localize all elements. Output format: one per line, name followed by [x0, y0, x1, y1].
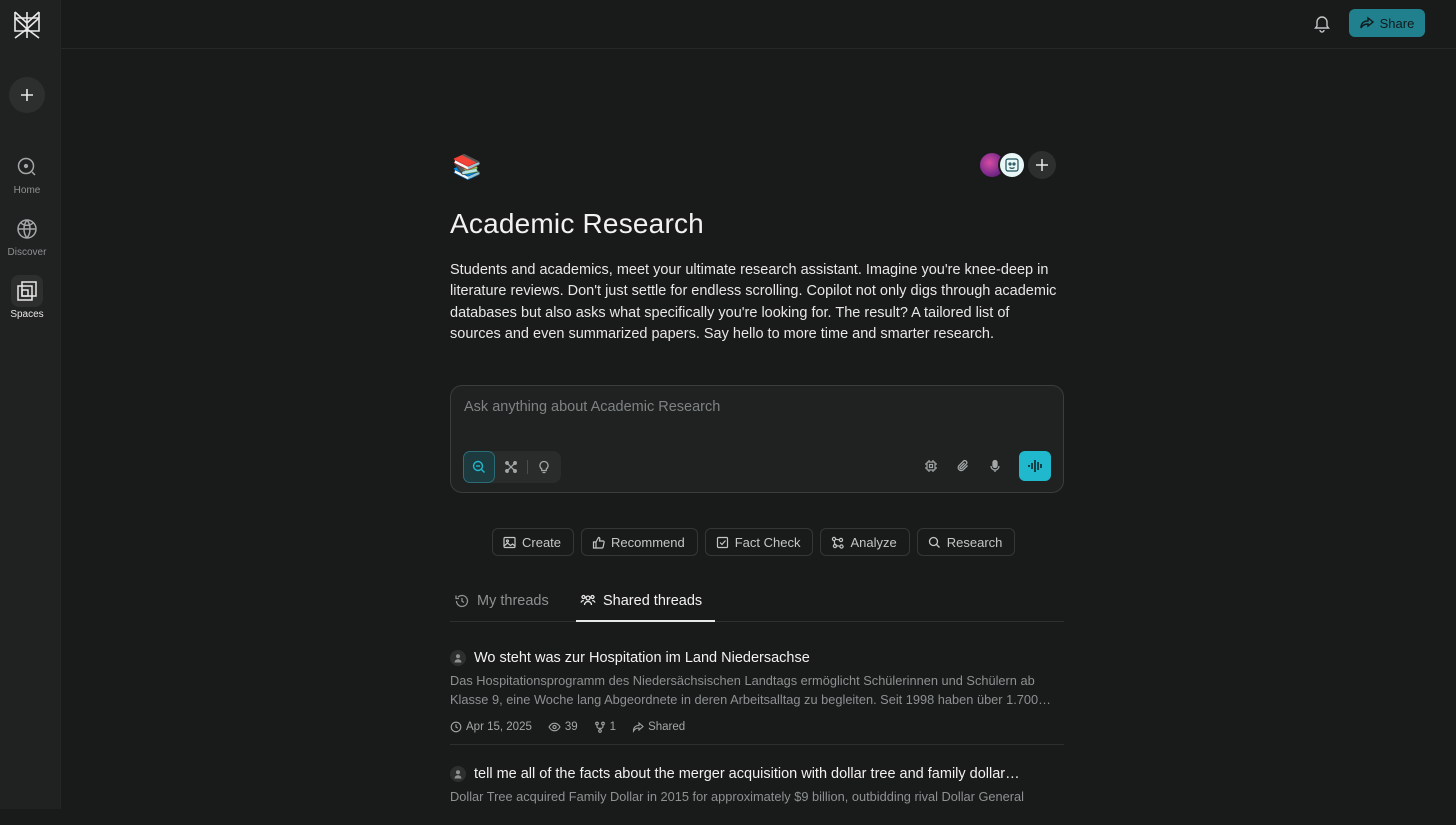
mode-reasoning-button[interactable] — [528, 451, 560, 483]
home-search-icon — [11, 151, 43, 183]
user-icon — [450, 766, 466, 782]
thread-excerpt: Dollar Tree acquired Family Dollar in 20… — [450, 789, 1025, 804]
tab-shared-threads[interactable]: Shared threads — [580, 580, 702, 622]
thread-item[interactable]: tell me all of the facts about the merge… — [450, 766, 1064, 825]
microphone-icon — [990, 459, 1000, 472]
thread-meta: Apr 15, 2025 39 1 Shared — [450, 721, 1064, 733]
thread-title[interactable]: tell me all of the facts about the merge… — [474, 766, 1062, 782]
thread-item[interactable]: Wo steht was zur Hospitation im Land Nie… — [450, 650, 1064, 745]
thread-status: Shared — [648, 721, 686, 733]
chip-create[interactable]: Create — [492, 528, 575, 556]
image-icon — [503, 536, 516, 548]
chip-research[interactable]: Research — [916, 528, 1016, 556]
thread-title[interactable]: Wo steht was zur Hospitation im Land Nie… — [474, 650, 1062, 666]
new-thread-button[interactable] — [9, 77, 45, 113]
lightbulb-icon — [539, 460, 549, 474]
spaces-icon — [11, 275, 43, 307]
model-chip-button[interactable] — [917, 452, 945, 480]
topbar: Share — [61, 0, 1456, 49]
suggestion-chips: Create Recommend Fact Check Analyze Rese… — [492, 528, 1016, 556]
add-collaborator-button[interactable] — [1028, 151, 1056, 179]
collaborators — [978, 151, 1056, 179]
chip-label: Research — [946, 534, 1003, 550]
space-description: Students and academics, meet your ultima… — [450, 262, 1057, 342]
chip-label: Analyze — [850, 534, 897, 550]
mode-selector — [463, 451, 561, 483]
space-emoji[interactable]: 📚 — [452, 153, 482, 182]
voice-mode-button[interactable] — [1019, 451, 1051, 481]
fork-icon — [594, 721, 605, 733]
sidebar-item-spaces[interactable]: Spaces — [0, 275, 54, 320]
perplexity-logo-icon[interactable] — [11, 9, 43, 41]
thread-tabs: My threads Shared threads — [450, 580, 1064, 622]
sidebar: Home Discover Spaces — [0, 0, 60, 809]
share-arrow-icon — [633, 721, 644, 733]
divider — [450, 744, 1064, 745]
thread-date: Apr 15, 2025 — [466, 721, 532, 733]
sidebar-item-label: Spaces — [10, 309, 44, 320]
clock-icon — [450, 721, 462, 733]
sidebar-item-label: Discover — [7, 247, 47, 258]
thread-excerpt: Das Hospitationsprogramm des Niedersächs… — [450, 673, 1051, 707]
sidebar-item-label: Home — [13, 185, 41, 196]
chip-label: Recommend — [611, 534, 685, 550]
plus-icon — [1036, 159, 1048, 171]
dictation-button[interactable] — [981, 452, 1009, 480]
tab-label: Shared threads — [603, 593, 703, 609]
thread-views: 39 — [564, 721, 578, 733]
search-icon — [928, 536, 940, 548]
chip-icon — [925, 460, 937, 472]
check-square-icon — [716, 536, 728, 548]
chip-recommend[interactable]: Recommend — [581, 528, 698, 556]
active-tab-indicator — [576, 620, 715, 622]
users-icon — [580, 594, 596, 606]
tab-my-threads[interactable]: My threads — [454, 580, 549, 622]
thread-forks: 1 — [609, 721, 617, 733]
sidebar-item-home[interactable]: Home — [0, 151, 54, 196]
mode-research-button[interactable] — [495, 451, 527, 483]
chip-analyze[interactable]: Analyze — [820, 528, 910, 556]
tab-label: My threads — [477, 593, 549, 609]
main-panel: Share 📚 Academic Research Students and a… — [60, 0, 1456, 809]
robot-face-icon — [1005, 158, 1019, 172]
thumbs-up-icon — [592, 536, 605, 549]
mode-search-button[interactable] — [463, 451, 495, 483]
share-arrow-icon — [1359, 16, 1374, 29]
waveform-icon — [1028, 460, 1042, 472]
avatar[interactable] — [998, 151, 1026, 179]
attach-button[interactable] — [949, 452, 977, 480]
share-label: Share — [1379, 15, 1415, 31]
chip-label: Create — [522, 534, 562, 550]
page-title: Academic Research — [450, 208, 704, 239]
globe-icon — [11, 213, 43, 245]
search-icon — [472, 460, 485, 473]
ask-input-placeholder[interactable]: Ask anything about Academic Research — [464, 399, 720, 415]
paperclip-icon — [957, 459, 968, 472]
analyze-icon — [832, 536, 845, 549]
sidebar-item-discover[interactable]: Discover — [0, 213, 54, 258]
user-icon — [450, 650, 466, 666]
share-button[interactable]: Share — [1349, 9, 1425, 37]
ask-box[interactable]: Ask anything about Academic Research — [450, 385, 1064, 493]
plus-icon — [21, 89, 33, 101]
chip-fact-check[interactable]: Fact Check — [704, 528, 814, 556]
notifications-bell-icon[interactable] — [1312, 13, 1332, 33]
research-atom-icon — [505, 461, 517, 473]
chip-label: Fact Check — [734, 534, 801, 550]
history-icon — [455, 594, 469, 608]
eye-icon — [548, 722, 561, 732]
